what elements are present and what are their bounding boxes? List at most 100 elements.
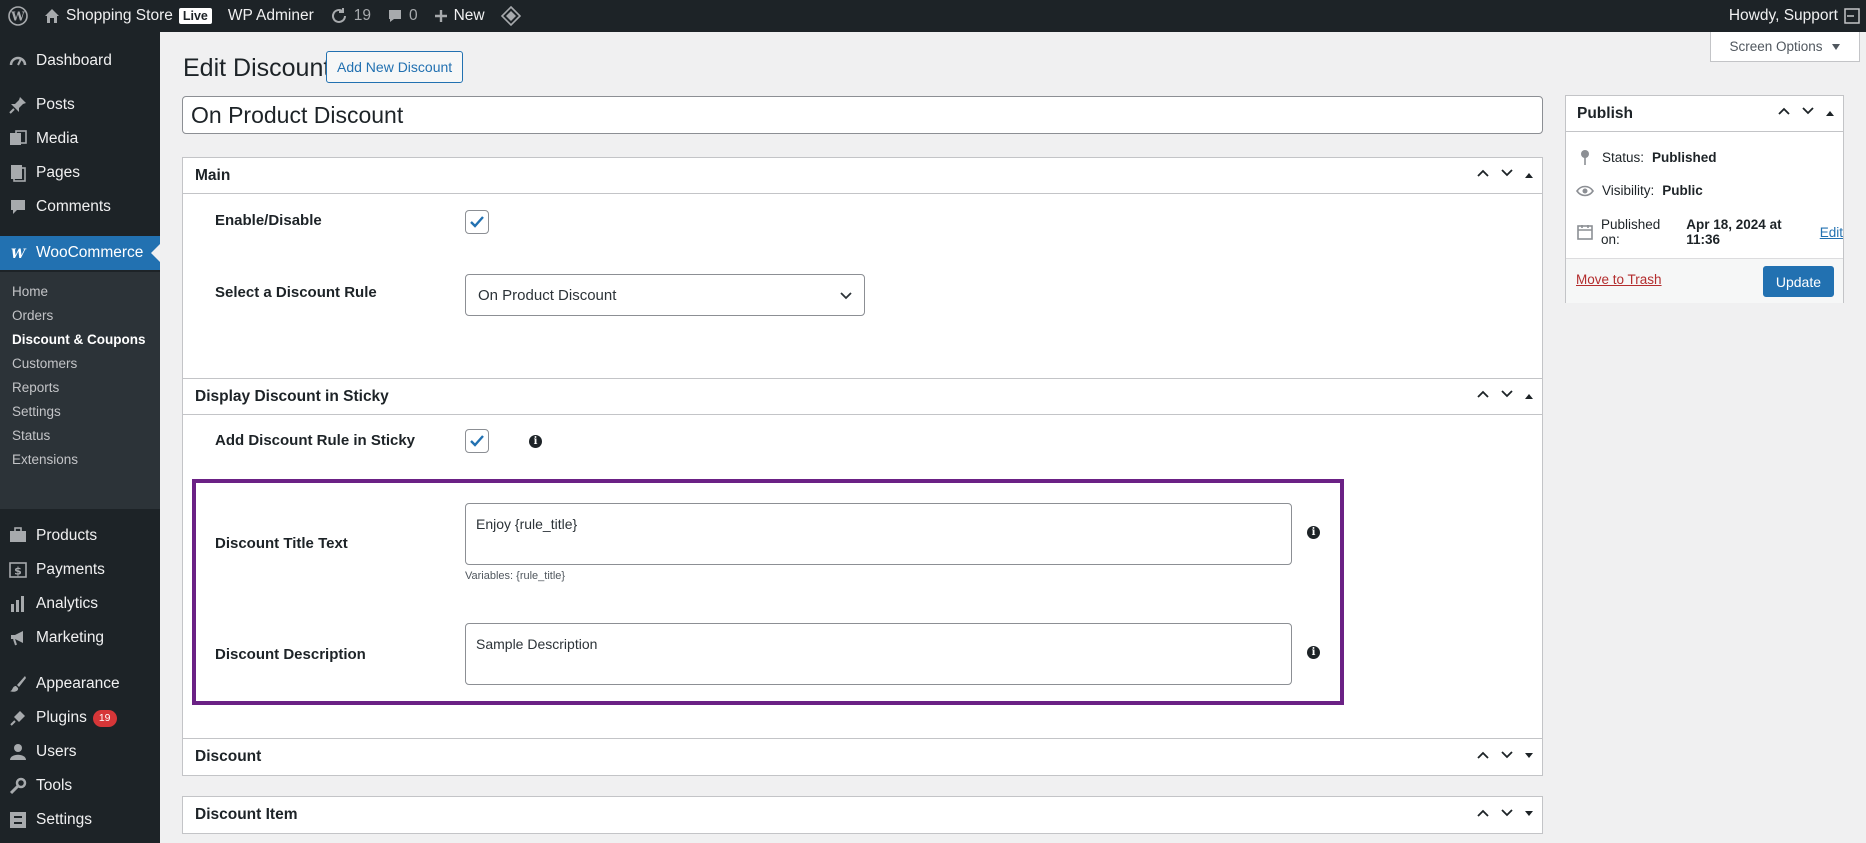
move-down-icon[interactable] xyxy=(1801,104,1815,123)
sidebar-item-posts[interactable]: Posts xyxy=(0,88,160,122)
sidebar-item-plugins[interactable]: Plugins 19 xyxy=(0,701,160,735)
discount-title-text-input[interactable]: Enjoy {rule_title} xyxy=(465,503,1292,565)
pages-icon xyxy=(0,164,36,182)
sidebar-item-settings[interactable]: Settings xyxy=(0,803,160,837)
diamond-plugin-icon[interactable] xyxy=(493,0,529,32)
enable-disable-checkbox[interactable] xyxy=(465,210,489,234)
move-up-icon[interactable] xyxy=(1777,104,1791,123)
discount-rule-select[interactable]: On Product Discount xyxy=(465,274,865,316)
sidebar-item-appearance[interactable]: Appearance xyxy=(0,667,160,701)
metabox-handles xyxy=(1476,748,1542,767)
published-row: Published on: Apr 18, 2024 at 11:36 Edit xyxy=(1576,217,1843,247)
sidebar-item-media[interactable]: Media xyxy=(0,122,160,156)
collapse-toggle-icon[interactable] xyxy=(1825,105,1835,123)
submenu-settings[interactable]: Settings xyxy=(12,400,61,422)
dashboard-icon xyxy=(0,52,36,70)
metabox-header: Publish xyxy=(1566,96,1843,132)
metabox-header[interactable]: Discount xyxy=(183,739,1542,775)
admin-sidebar: Dashboard Posts Media Pages Comments W W… xyxy=(0,32,160,843)
edit-date-link[interactable]: Edit xyxy=(1820,225,1843,240)
media-icon xyxy=(0,130,36,148)
discount-description-input[interactable]: Sample Description xyxy=(465,623,1292,685)
sidebar-item-marketing[interactable]: Marketing xyxy=(0,621,160,655)
wordpress-logo-icon[interactable]: W xyxy=(0,0,36,32)
collapse-toggle-icon[interactable] xyxy=(1524,388,1534,406)
status-label: Status: xyxy=(1602,149,1645,165)
sidebar-label: Media xyxy=(36,130,79,147)
move-down-icon[interactable] xyxy=(1500,387,1514,406)
move-down-icon[interactable] xyxy=(1500,748,1514,767)
sidebar-label: Payments xyxy=(36,561,105,578)
metabox-handles xyxy=(1476,166,1542,185)
submenu-discount-coupons[interactable]: Discount & Coupons xyxy=(12,328,146,350)
sidebar-item-users[interactable]: Users xyxy=(0,735,160,769)
add-new-discount-button[interactable]: Add New Discount xyxy=(326,51,464,83)
new-content-menu[interactable]: New xyxy=(426,0,493,32)
move-up-icon[interactable] xyxy=(1476,166,1490,185)
site-name-menu[interactable]: Shopping Store Live xyxy=(36,0,220,32)
svg-text:W: W xyxy=(11,247,27,260)
wrench-icon xyxy=(0,777,36,795)
metabox-title: Display Discount in Sticky xyxy=(195,387,389,405)
submenu-customers[interactable]: Customers xyxy=(12,352,77,374)
add-rule-sticky-label: Add Discount Rule in Sticky xyxy=(215,432,416,449)
new-label: New xyxy=(453,7,485,24)
bar-chart-icon xyxy=(0,595,36,613)
sidebar-label: Products xyxy=(36,527,98,544)
visibility-label: Visibility: xyxy=(1602,183,1655,198)
move-to-trash-link[interactable]: Move to Trash xyxy=(1576,272,1662,287)
sidebar-item-dashboard[interactable]: Dashboard xyxy=(0,44,160,78)
sidebar-item-tools[interactable]: Tools xyxy=(0,769,160,803)
metabox-title: Discount Item xyxy=(195,806,298,823)
checkmark-icon xyxy=(470,435,484,447)
enable-disable-label: Enable/Disable xyxy=(215,212,322,229)
add-rule-sticky-checkbox[interactable] xyxy=(465,429,489,453)
info-icon[interactable]: i xyxy=(1307,526,1320,539)
submenu-home[interactable]: Home xyxy=(12,280,48,302)
screen-options-button[interactable]: Screen Options xyxy=(1710,32,1860,62)
users-icon xyxy=(0,743,36,761)
comment-bubble-icon xyxy=(387,8,403,24)
comments-icon xyxy=(0,198,36,216)
sidebar-item-comments[interactable]: Comments xyxy=(0,190,160,224)
collapse-toggle-icon[interactable] xyxy=(1524,167,1534,185)
sidebar-label: Pages xyxy=(36,164,80,181)
sidebar-item-products[interactable]: Products xyxy=(0,519,160,553)
submenu-reports[interactable]: Reports xyxy=(12,376,59,398)
submenu-orders[interactable]: Orders xyxy=(12,304,53,326)
caret-down-icon xyxy=(1831,39,1841,54)
submenu-status[interactable]: Status xyxy=(12,424,50,446)
metabox-header: Display Discount in Sticky xyxy=(183,379,1542,415)
metabox-handles xyxy=(1476,387,1542,406)
expand-toggle-icon[interactable] xyxy=(1524,748,1534,766)
megaphone-icon xyxy=(0,629,36,647)
metabox-title: Publish xyxy=(1577,104,1633,122)
comments-link[interactable]: 0 xyxy=(379,0,426,32)
metabox-header[interactable]: Discount Item xyxy=(183,797,1542,833)
move-down-icon[interactable] xyxy=(1500,806,1514,825)
publish-actions: Move to Trash Update xyxy=(1566,258,1843,303)
update-button[interactable]: Update xyxy=(1762,266,1834,297)
discount-description-label: Discount Description xyxy=(215,646,366,663)
sidebar-item-pages[interactable]: Pages xyxy=(0,156,160,190)
info-icon[interactable]: i xyxy=(529,435,542,448)
avatar-icon xyxy=(1844,8,1860,24)
sidebar-label: Appearance xyxy=(36,675,120,692)
sidebar-item-woocommerce[interactable]: W WooCommerce xyxy=(0,236,160,270)
sidebar-item-payments[interactable]: $ Payments xyxy=(0,553,160,587)
move-down-icon[interactable] xyxy=(1500,166,1514,185)
post-title-input[interactable]: On Product Discount xyxy=(182,96,1543,134)
main-metabox: Main Enable/Disable Select a Discount Ru… xyxy=(182,157,1543,389)
info-icon[interactable]: i xyxy=(1307,646,1320,659)
expand-toggle-icon[interactable] xyxy=(1524,806,1534,824)
move-up-icon[interactable] xyxy=(1476,806,1490,825)
submenu-extensions[interactable]: Extensions xyxy=(12,448,78,470)
plug-icon xyxy=(0,709,36,727)
my-account-menu[interactable]: Howdy, Support xyxy=(1721,0,1866,32)
sidebar-label: Plugins xyxy=(36,709,87,726)
move-up-icon[interactable] xyxy=(1476,387,1490,406)
updates-link[interactable]: 19 xyxy=(322,0,379,32)
move-up-icon[interactable] xyxy=(1476,748,1490,767)
sidebar-item-analytics[interactable]: Analytics xyxy=(0,587,160,621)
wp-adminer-link[interactable]: WP Adminer xyxy=(220,0,322,32)
